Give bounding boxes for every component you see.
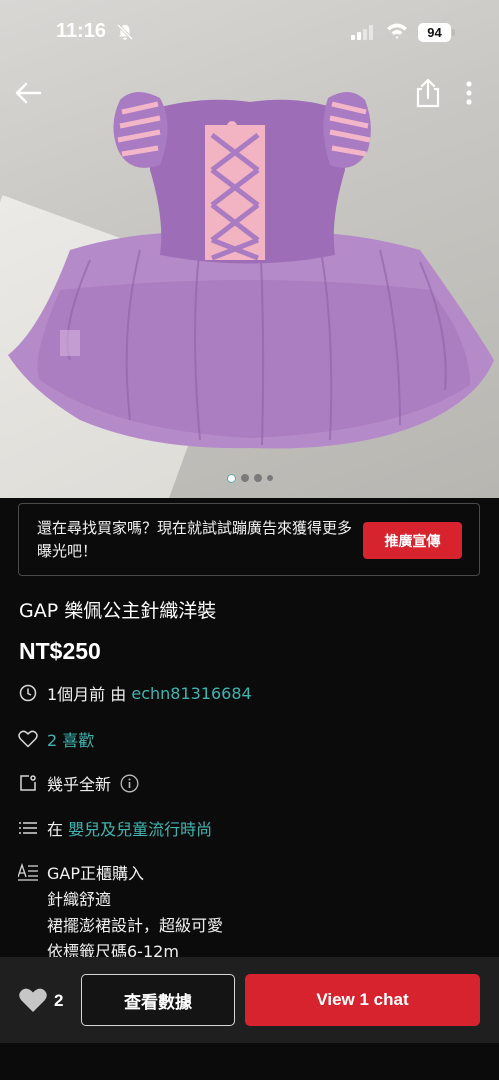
promotion-text: 還在尋找買家嗎？現在就試試蹦廣告來獲得更多曝光吧！ — [37, 519, 353, 560]
likes-text[interactable]: 2 喜歡 — [47, 727, 94, 751]
like-button[interactable]: 2 — [18, 987, 63, 1014]
listed-time-row: 1個月前 由 echn81316684 — [18, 681, 252, 705]
listed-time-text: 1個月前 由 — [47, 685, 132, 704]
carousel-dot[interactable] — [253, 474, 262, 482]
category-prefix: 在 — [47, 820, 69, 839]
dress-image — [8, 91, 494, 449]
seller-link[interactable]: echn81316684 — [131, 684, 251, 703]
home-indicator-area — [0, 1043, 499, 1080]
carousel-indicator[interactable] — [0, 473, 499, 483]
condition-tag-icon — [18, 773, 38, 793]
like-count: 2 — [54, 990, 64, 1010]
back-arrow-icon[interactable] — [12, 76, 46, 110]
bell-slash-icon — [116, 23, 134, 45]
description-line: 裙擺澎裙設計，超級可愛 — [47, 916, 224, 935]
wifi-icon — [386, 22, 408, 44]
status-bar: 11:16 94 — [0, 0, 499, 58]
view-chat-button[interactable]: View 1 chat — [245, 974, 480, 1026]
description-row: GAP正櫃購入 針織舒適 裙擺澎裙設計，超級可愛 依標籤尺碼6-12m — [17, 861, 223, 965]
likes-row[interactable]: 2 喜歡 — [18, 727, 94, 751]
battery-tip — [452, 29, 455, 36]
carousel-dot[interactable] — [226, 473, 236, 483]
promote-button[interactable]: 推廣宣傳 — [363, 522, 462, 559]
bottom-action-bar: 2 查看數據 View 1 chat — [0, 957, 499, 1043]
description-icon — [17, 862, 38, 883]
heart-filled-icon — [18, 987, 48, 1014]
list-icon — [18, 818, 38, 838]
status-time: 11:16 — [56, 20, 107, 42]
share-icon[interactable] — [412, 76, 444, 110]
product-photo[interactable]: 11:16 94 — [0, 0, 499, 498]
listing-title: GAP 樂佩公主針織洋裝 — [19, 600, 217, 622]
view-stats-button[interactable]: 查看數據 — [81, 974, 235, 1026]
heart-outline-icon — [18, 729, 38, 749]
category-link[interactable]: 嬰兒及兒童流行時尚 — [68, 816, 212, 840]
listing-price: NT$250 — [19, 638, 101, 664]
description-line: GAP正櫃購入 — [47, 864, 144, 883]
condition-row: 幾乎全新 — [18, 771, 139, 795]
category-row: 在 嬰兒及兒童流行時尚 — [18, 816, 212, 840]
promotion-banner: 還在尋找買家嗎？現在就試試蹦廣告來獲得更多曝光吧！ 推廣宣傳 — [18, 503, 480, 576]
description-text: GAP正櫃購入 針織舒適 裙擺澎裙設計，超級可愛 依標籤尺碼6-12m — [47, 861, 223, 965]
battery-icon: 94 — [418, 23, 451, 42]
info-icon[interactable] — [120, 774, 139, 793]
carousel-dot[interactable] — [240, 474, 249, 482]
clock-icon — [18, 683, 38, 703]
carousel-dot[interactable] — [266, 475, 273, 481]
more-vertical-icon[interactable] — [458, 76, 480, 110]
condition-text: 幾乎全新 — [47, 775, 112, 794]
description-line: 針織舒適 — [47, 890, 112, 909]
signal-icon — [351, 25, 375, 44]
